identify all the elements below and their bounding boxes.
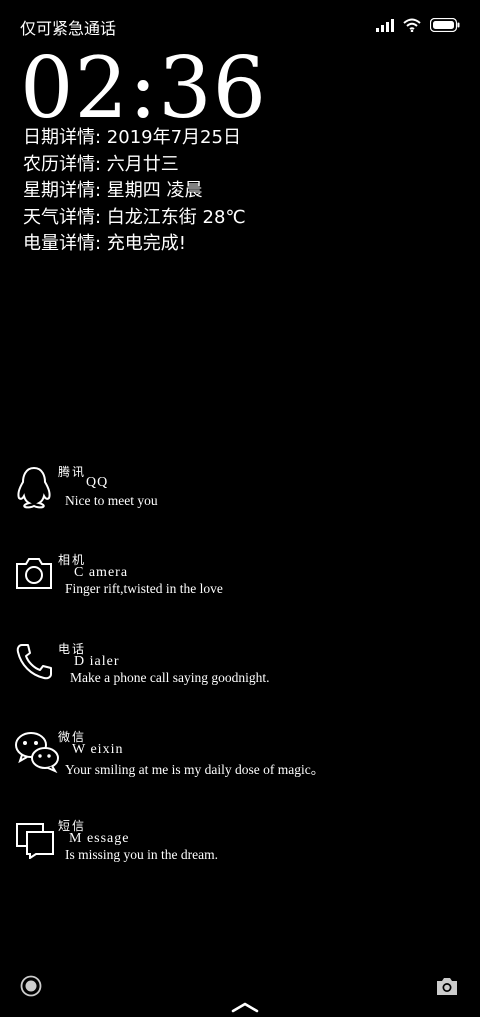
- app-en-name: D ialer: [74, 654, 120, 669]
- message-icon: [14, 819, 58, 865]
- app-tagline: Make a phone call saying goodnight.: [70, 670, 270, 685]
- lock-clock: 02:36: [20, 39, 268, 137]
- app-en-name: QQ: [86, 475, 109, 490]
- wechat-icon: [14, 730, 59, 776]
- camera-icon: [14, 553, 58, 599]
- app-cn-name: 腾讯: [58, 465, 87, 479]
- battery-icon: [429, 17, 460, 36]
- wifi-icon: [403, 17, 421, 36]
- week-detail: 星期详情: 星期四 凌晨: [23, 180, 203, 201]
- camera-shortcut-icon[interactable]: [436, 976, 458, 1000]
- qq-penguin-icon: [14, 465, 58, 511]
- app-shortcut-qq[interactable]: 腾讯 QQ Nice to meet you: [14, 465, 434, 525]
- app-tagline: Is missing you in the dream.: [65, 847, 218, 862]
- details-panel: 日期详情: 2019年7月25日 农历详情: 六月廿三 星期详情: 星期四 凌晨…: [23, 125, 246, 258]
- lunar-detail: 农历详情: 六月廿三: [23, 153, 179, 175]
- app-tagline: Your smiling at me is my daily dose of m…: [65, 762, 325, 777]
- app-shortcut-dialer[interactable]: 电话 D ialer Make a phone call saying good…: [14, 642, 434, 702]
- signal-icon: [376, 17, 394, 36]
- app-shortcut-wechat[interactable]: 微信 W eixin Your smiling at me is my dail…: [14, 730, 434, 790]
- app-en-name: M essage: [69, 831, 130, 846]
- phone-icon: [14, 642, 58, 688]
- app-shortcut-camera[interactable]: 相机 C amera Finger rift,twisted in the lo…: [14, 553, 434, 613]
- app-tagline: Finger rift,twisted in the love: [65, 581, 223, 596]
- app-en-name: C amera: [74, 565, 129, 580]
- battery-detail: 电量详情: 充电完成!: [23, 233, 187, 254]
- app-en-name: W eixin: [72, 742, 124, 757]
- app-shortcut-message[interactable]: 短信 M essage Is missing you in the dream.: [14, 819, 434, 879]
- record-icon[interactable]: [20, 975, 42, 1001]
- weather-detail: 天气详情: 白龙江东街 28℃: [23, 206, 246, 228]
- date-detail: 日期详情: 2019年7月25日: [23, 127, 241, 148]
- app-tagline: Nice to meet you: [65, 493, 158, 508]
- chevron-up-icon[interactable]: [231, 998, 259, 1017]
- system-icons: [376, 17, 460, 36]
- carrier-text: 仅可紧急通话: [20, 19, 117, 38]
